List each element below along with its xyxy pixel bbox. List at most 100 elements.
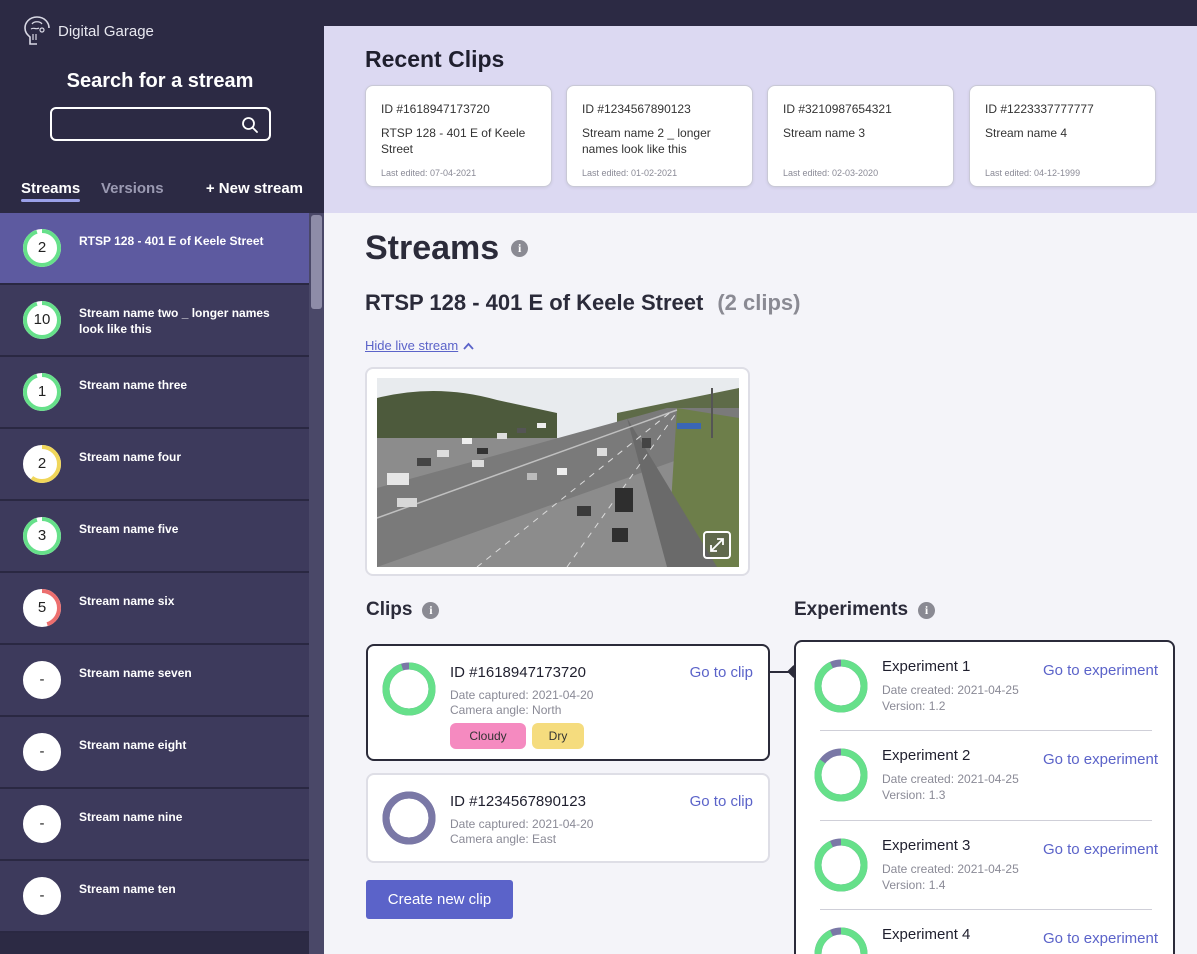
experiment-item[interactable]: Experiment 4 Go to experiment [796, 910, 1173, 954]
search-icon[interactable] [241, 116, 259, 134]
clip-progress-ring [382, 662, 436, 716]
clips-title-text: Clips [366, 599, 413, 620]
go-to-experiment-link[interactable]: Go to experiment [1043, 841, 1158, 858]
stream-count: - [39, 743, 45, 760]
stream-list-item[interactable]: 5 Stream name six [0, 573, 309, 645]
expand-fullscreen-button[interactable] [703, 531, 731, 559]
stream-count-badge: 2 [21, 227, 63, 269]
recent-clip-id: ID #1618947173720 [381, 102, 490, 116]
stream-name: Stream name eight [79, 738, 187, 752]
recent-clip-name: RTSP 128 - 401 E of Keele Street [381, 126, 526, 156]
tab-versions[interactable]: Versions [101, 180, 164, 197]
clip-date: Date captured: 2021-04-20 [450, 817, 594, 831]
stream-name: Stream name seven [79, 666, 192, 680]
experiments-title-text: Experiments [794, 599, 909, 620]
experiment-date: Date created: 2021-04-25 [882, 862, 1019, 876]
tab-streams[interactable]: Streams [21, 180, 81, 202]
search-box[interactable] [50, 107, 271, 141]
stream-list-item[interactable]: - Stream name ten [0, 861, 309, 933]
go-to-clip-link[interactable]: Go to clip [690, 664, 753, 681]
stream-count-badge: 5 [21, 587, 63, 629]
recent-clip-name: Stream name 3 [783, 126, 866, 140]
stream-count-badge: 2 [21, 443, 63, 485]
experiment-item[interactable]: Experiment 2 Date created: 2021-04-25 Ve… [796, 731, 1173, 820]
experiment-progress-ring [814, 927, 868, 954]
scrollbar-thumb[interactable] [311, 215, 322, 309]
experiments-panel: Experiment 1 Date created: 2021-04-25 Ve… [794, 640, 1175, 954]
recent-clip-card[interactable]: ID #1618947173720 RTSP 128 - 401 E of Ke… [365, 85, 552, 187]
stream-name: Stream name two _ longer names look like… [79, 306, 270, 336]
experiment-item[interactable]: Experiment 3 Date created: 2021-04-25 Ve… [796, 821, 1173, 910]
streams-title-text: Streams [365, 229, 500, 267]
stream-count-badge: - [21, 803, 63, 845]
experiments-info-icon[interactable]: i [918, 601, 936, 619]
clip-camera-angle: Camera angle: North [450, 703, 562, 717]
experiment-version: Version: 1.2 [882, 699, 946, 713]
stream-list: 2 RTSP 128 - 401 E of Keele Street 10 St… [0, 213, 309, 933]
go-to-experiment-link[interactable]: Go to experiment [1043, 662, 1158, 679]
tag-cloudy[interactable]: Cloudy [450, 723, 526, 749]
clip-id: ID #1618947173720 [450, 664, 586, 681]
stream-count-badge: - [21, 731, 63, 773]
stream-count: - [39, 671, 45, 688]
stream-count: 1 [37, 383, 47, 400]
clip-id: ID #1234567890123 [450, 793, 586, 810]
stream-name: Stream name three [79, 378, 188, 392]
stream-list-item[interactable]: - Stream name nine [0, 789, 309, 861]
recent-clip-id: ID #1223337777777 [985, 102, 1094, 116]
new-stream-button[interactable]: + New stream [206, 180, 303, 197]
clip-camera-angle: Camera angle: East [450, 832, 557, 846]
sidebar-tabs: Streams Versions + New stream [0, 178, 324, 208]
live-stream-player[interactable] [365, 367, 750, 576]
stream-name: Stream name ten [79, 882, 176, 896]
experiment-version: Version: 1.3 [882, 788, 946, 802]
stream-count: - [39, 815, 45, 832]
hide-live-stream-link[interactable]: Hide live stream [365, 338, 474, 353]
stream-count-badge: 1 [21, 371, 63, 413]
go-to-experiment-link[interactable]: Go to experiment [1043, 751, 1158, 768]
search-input[interactable] [52, 109, 232, 139]
page-title: Streams i [365, 229, 529, 268]
recent-clip-card[interactable]: ID #3210987654321 Stream name 3 Last edi… [767, 85, 954, 187]
stream-name: Stream name nine [79, 810, 183, 824]
recent-clip-edited: Last edited: 02-03-2020 [783, 168, 879, 178]
experiment-progress-ring [814, 659, 868, 713]
stream-list-item[interactable]: - Stream name seven [0, 645, 309, 717]
stream-count: 3 [37, 527, 47, 544]
recent-clip-card[interactable]: ID #1223337777777 Stream name 4 Last edi… [969, 85, 1156, 187]
stream-name: Stream name four [79, 450, 182, 464]
experiments-section-title: Experiments i [794, 599, 936, 621]
stream-name: Stream name six [79, 594, 175, 608]
stream-count: 5 [37, 599, 47, 616]
experiment-item[interactable]: Experiment 1 Date created: 2021-04-25 Ve… [796, 642, 1173, 731]
recent-clip-edited: Last edited: 04-12-1999 [985, 168, 1081, 178]
stream-count: - [39, 887, 45, 904]
stream-count: 2 [37, 455, 47, 472]
stream-list-item[interactable]: 1 Stream name three [0, 357, 309, 429]
experiment-date: Date created: 2021-04-25 [882, 683, 1019, 697]
stream-list-item[interactable]: 2 RTSP 128 - 401 E of Keele Street [0, 213, 309, 285]
experiment-name: Experiment 4 [882, 926, 971, 943]
brand[interactable]: Digital Garage [22, 14, 154, 48]
expand-icon [710, 538, 724, 552]
clips-info-icon[interactable]: i [422, 601, 440, 619]
stream-name: Stream name five [79, 522, 179, 536]
stream-count-badge: - [21, 659, 63, 701]
clips-section-title: Clips i [366, 599, 440, 621]
clip-card[interactable]: ID #1234567890123 Date captured: 2021-04… [366, 773, 770, 863]
stream-heading: RTSP 128 - 401 E of Keele Street (2 clips… [365, 290, 800, 316]
recent-clip-card[interactable]: ID #1234567890123 Stream name 2 _ longer… [566, 85, 753, 187]
stream-list-item[interactable]: 2 Stream name four [0, 429, 309, 501]
stream-list-item[interactable]: - Stream name eight [0, 717, 309, 789]
clip-card-selected[interactable]: ID #1618947173720 Date captured: 2021-04… [366, 644, 770, 761]
go-to-clip-link[interactable]: Go to clip [690, 793, 753, 810]
stream-list-item[interactable]: 10 Stream name two _ longer names look l… [0, 285, 309, 357]
info-icon[interactable]: i [511, 240, 529, 257]
go-to-experiment-link[interactable]: Go to experiment [1043, 930, 1158, 947]
chevron-up-icon [463, 342, 474, 350]
create-new-clip-button[interactable]: Create new clip [366, 880, 513, 919]
live-stream-video[interactable] [377, 378, 739, 567]
tag-dry[interactable]: Dry [532, 723, 584, 749]
stream-list-item[interactable]: 3 Stream name five [0, 501, 309, 573]
scrollbar[interactable] [309, 213, 324, 954]
